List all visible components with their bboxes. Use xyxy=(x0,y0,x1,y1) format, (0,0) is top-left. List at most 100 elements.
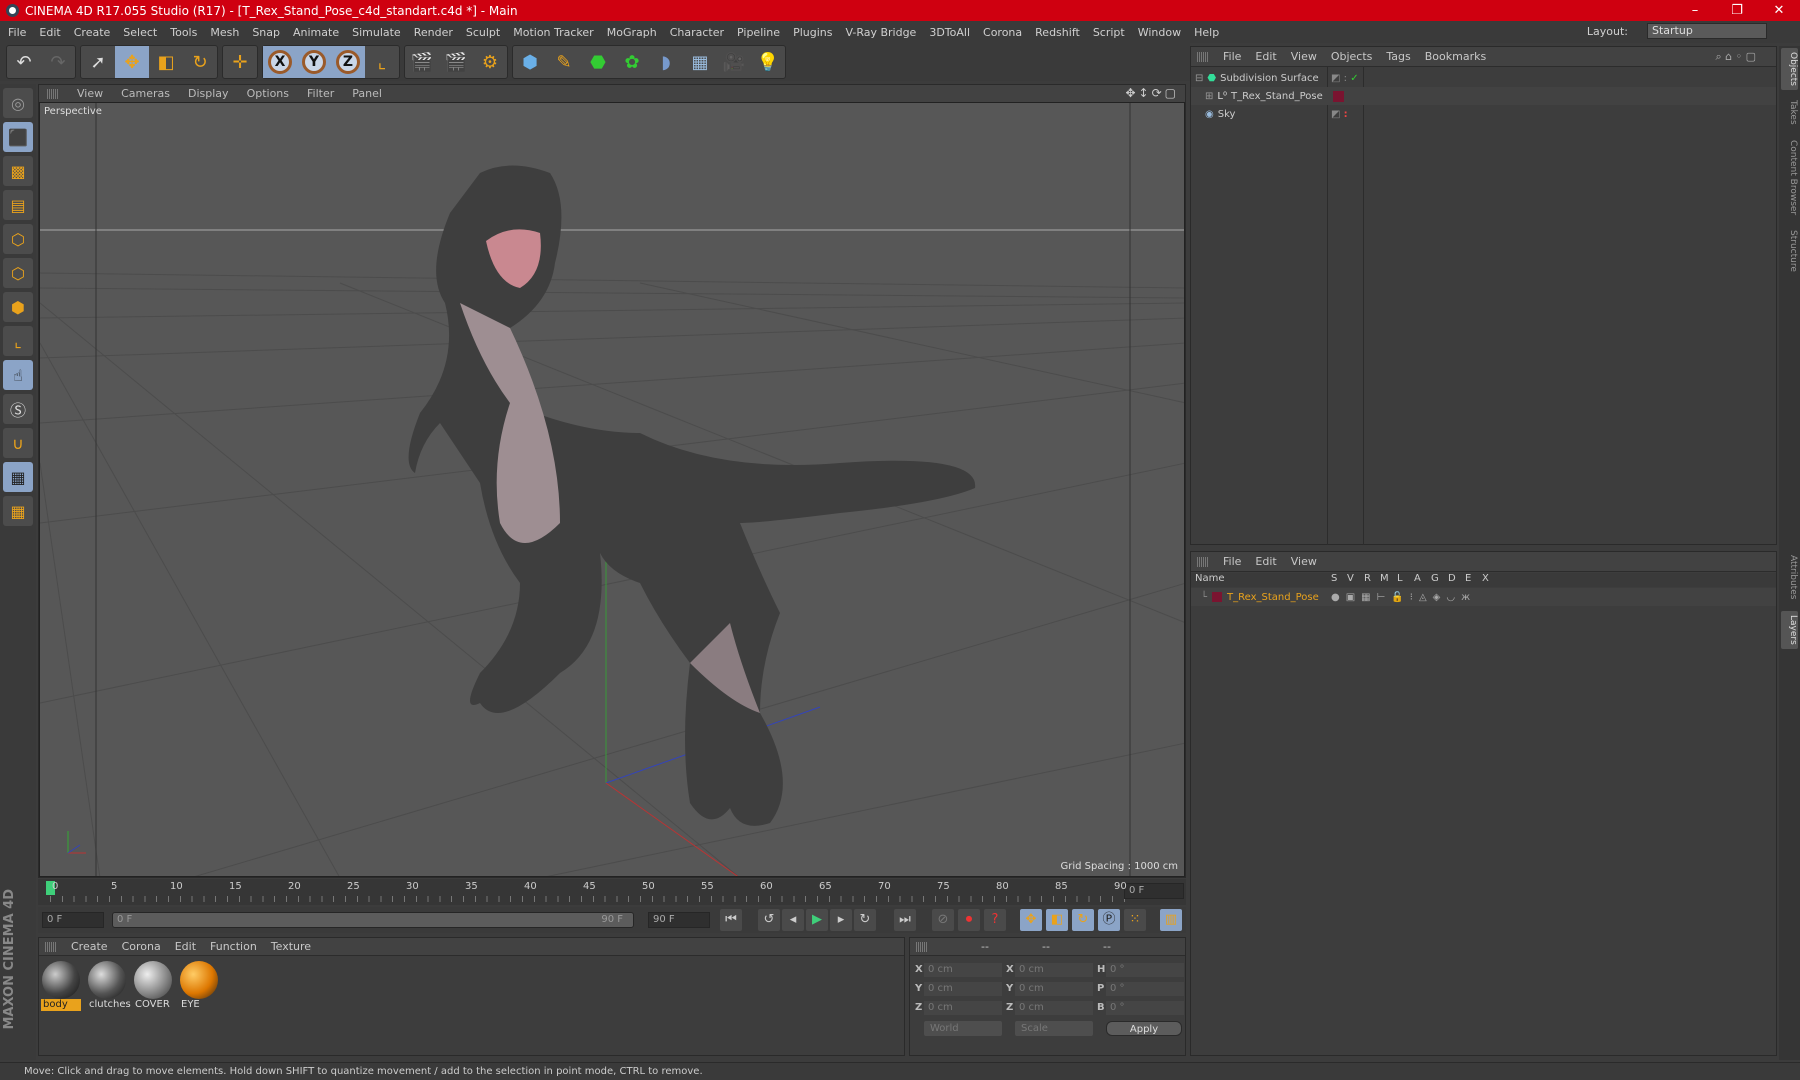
next-frame-icon[interactable]: ▸ xyxy=(830,909,852,931)
autokey-icon[interactable]: ⏺ xyxy=(958,909,980,931)
key-scale-icon[interactable]: ◧ xyxy=(1046,909,1068,931)
viewport-canvas[interactable]: Perspective Grid Spacing : 1000 cm xyxy=(39,102,1185,877)
object-row-subdivision-surface[interactable]: ⊟ ⬣ Subdivision Surface ◩ : ✓ xyxy=(1191,69,1776,87)
viewport-nav-icons[interactable]: ✥↕⟳▢ xyxy=(1125,86,1179,100)
menu-animate[interactable]: Animate xyxy=(293,26,339,39)
key-parameter-icon[interactable]: Ⓟ xyxy=(1098,909,1120,931)
material-menu-texture[interactable]: Texture xyxy=(271,940,311,953)
objects-menu-tags[interactable]: Tags xyxy=(1386,50,1410,63)
menu-plugins[interactable]: Plugins xyxy=(793,26,832,39)
go-to-end-icon[interactable]: ⏭ xyxy=(894,909,916,931)
material-cover[interactable]: COVER xyxy=(133,960,173,1012)
magnet-icon[interactable]: ∪ xyxy=(3,428,33,458)
material-menu-function[interactable]: Function xyxy=(210,940,257,953)
material-body[interactable]: body xyxy=(41,960,81,1012)
tweak-icon[interactable]: ☝ xyxy=(3,360,33,390)
previous-frame-icon[interactable]: ◂ xyxy=(782,909,804,931)
size-z-field[interactable]: 0 cm xyxy=(1015,1001,1093,1015)
visibility-dots-icon[interactable]: ◩ : xyxy=(1331,109,1348,120)
menu-window[interactable]: Window xyxy=(1138,26,1181,39)
material-menu-edit[interactable]: Edit xyxy=(175,940,196,953)
make-editable-icon[interactable]: ◎ xyxy=(3,88,33,118)
timeline-window-icon[interactable]: ▥ xyxy=(1160,909,1182,931)
previous-key-icon[interactable]: ↺ xyxy=(758,909,780,931)
camera-icon[interactable]: 🎥 xyxy=(717,46,751,78)
menu-redshift[interactable]: Redshift xyxy=(1035,26,1080,39)
menu-character[interactable]: Character xyxy=(670,26,724,39)
viewport-menu-display[interactable]: Display xyxy=(188,87,229,100)
record-keys-icon[interactable]: ⊘ xyxy=(932,909,954,931)
snap-icon[interactable]: Ⓢ xyxy=(3,394,33,424)
layer-row-trex[interactable]: └ T_Rex_Stand_Pose ●▣▦⊢🔓⁝◬◈◡ж xyxy=(1191,588,1776,606)
x-axis-button[interactable]: X xyxy=(263,46,297,78)
tab-attributes[interactable]: Attributes xyxy=(1781,551,1798,603)
go-to-start-icon[interactable]: ⏮ xyxy=(720,909,742,931)
timeline-ruler[interactable]: 0 F 0 5 10 15 20 25 30 35 40 45 50 55 60 65 70 75 80 85 90 xyxy=(38,879,1186,905)
pos-y-field[interactable]: 0 cm xyxy=(924,982,1002,996)
object-row-trex[interactable]: ⊞ L⁰ T_Rex_Stand_Pose xyxy=(1191,87,1776,105)
render-picture-viewer-icon[interactable]: 🎬 xyxy=(439,46,473,78)
layout-dropdown[interactable]: Startup xyxy=(1647,23,1767,39)
light-icon[interactable]: 💡 xyxy=(751,46,785,78)
select-arrow-icon[interactable]: ➚ xyxy=(81,46,115,78)
pen-spline-icon[interactable]: ✎ xyxy=(547,46,581,78)
menu-tools[interactable]: Tools xyxy=(170,26,197,39)
objects-menu-bookmarks[interactable]: Bookmarks xyxy=(1425,50,1486,63)
viewport-menu-options[interactable]: Options xyxy=(247,87,289,100)
menu-vray-bridge[interactable]: V-Ray Bridge xyxy=(845,26,916,39)
points-mode-icon[interactable]: ⬡ xyxy=(3,224,33,254)
viewport-menu-filter[interactable]: Filter xyxy=(307,87,334,100)
axis-mode-icon[interactable]: ⌞ xyxy=(3,326,33,356)
objects-menu-edit[interactable]: Edit xyxy=(1255,50,1276,63)
scale-icon[interactable]: ◧ xyxy=(149,46,183,78)
tab-structure[interactable]: Structure xyxy=(1781,226,1798,276)
menu-simulate[interactable]: Simulate xyxy=(352,26,401,39)
coordinate-mode-dropdown[interactable]: World xyxy=(924,1021,1002,1036)
layers-menu-file[interactable]: File xyxy=(1223,555,1241,568)
visibility-dots-icon[interactable]: ◩ : ✓ xyxy=(1331,73,1359,84)
objects-menu-file[interactable]: File xyxy=(1223,50,1241,63)
edges-mode-icon[interactable]: ⬡ xyxy=(3,258,33,288)
layer-name[interactable]: T_Rex_Stand_Pose xyxy=(1227,592,1319,603)
menu-script[interactable]: Script xyxy=(1093,26,1125,39)
maximize-button[interactable]: ❐ xyxy=(1716,0,1758,21)
keyframe-selection-icon[interactable]: ? xyxy=(984,909,1006,931)
menu-select[interactable]: Select xyxy=(123,26,157,39)
apply-button[interactable]: Apply xyxy=(1106,1021,1182,1036)
rot-b-field[interactable]: 0 ° xyxy=(1106,1001,1184,1015)
minimize-button[interactable]: – xyxy=(1674,0,1716,21)
deformer-icon[interactable]: ◗ xyxy=(649,46,683,78)
expand-icon[interactable]: ⊞ xyxy=(1205,91,1213,102)
workplane-icon[interactable]: ▤ xyxy=(3,190,33,220)
size-y-field[interactable]: 0 cm xyxy=(1015,982,1093,996)
menu-motion-tracker[interactable]: Motion Tracker xyxy=(513,26,593,39)
object-row-sky[interactable]: ◉ Sky ◩ : xyxy=(1191,105,1776,123)
start-frame-field[interactable]: 0 F xyxy=(42,912,104,928)
layers-menu-edit[interactable]: Edit xyxy=(1255,555,1276,568)
render-settings-icon[interactable]: ⚙ xyxy=(473,46,507,78)
z-axis-button[interactable]: Z xyxy=(331,46,365,78)
texture-mode-icon[interactable]: ▩ xyxy=(3,156,33,186)
menu-pipeline[interactable]: Pipeline xyxy=(737,26,780,39)
polygons-mode-icon[interactable]: ⬢ xyxy=(3,292,33,322)
material-clutches[interactable]: clutches xyxy=(87,960,131,1012)
menu-create[interactable]: Create xyxy=(74,26,111,39)
menu-corona[interactable]: Corona xyxy=(983,26,1022,39)
viewport-menu-panel[interactable]: Panel xyxy=(352,87,382,100)
cube-icon[interactable]: ⬢ xyxy=(513,46,547,78)
pos-x-field[interactable]: 0 cm xyxy=(924,963,1002,977)
menu-mograph[interactable]: MoGraph xyxy=(607,26,657,39)
lock-workplane-icon[interactable]: ▦ xyxy=(3,462,33,492)
objects-menu-objects[interactable]: Objects xyxy=(1331,50,1373,63)
layer-color-swatch[interactable] xyxy=(1333,90,1344,102)
planar-workplane-icon[interactable]: ▦ xyxy=(3,496,33,526)
material-menu-create[interactable]: Create xyxy=(71,940,108,953)
subdivision-icon[interactable]: ⬣ xyxy=(581,46,615,78)
menu-sculpt[interactable]: Sculpt xyxy=(466,26,500,39)
rotate-icon[interactable]: ↻ xyxy=(183,46,217,78)
coordinate-system-icon[interactable]: ⌞ xyxy=(365,46,399,78)
tab-objects[interactable]: Objects xyxy=(1781,48,1798,91)
material-menu-corona[interactable]: Corona xyxy=(122,940,161,953)
redo-icon[interactable]: ↷ xyxy=(41,46,75,78)
model-mode-icon[interactable]: ⬛ xyxy=(3,122,33,152)
